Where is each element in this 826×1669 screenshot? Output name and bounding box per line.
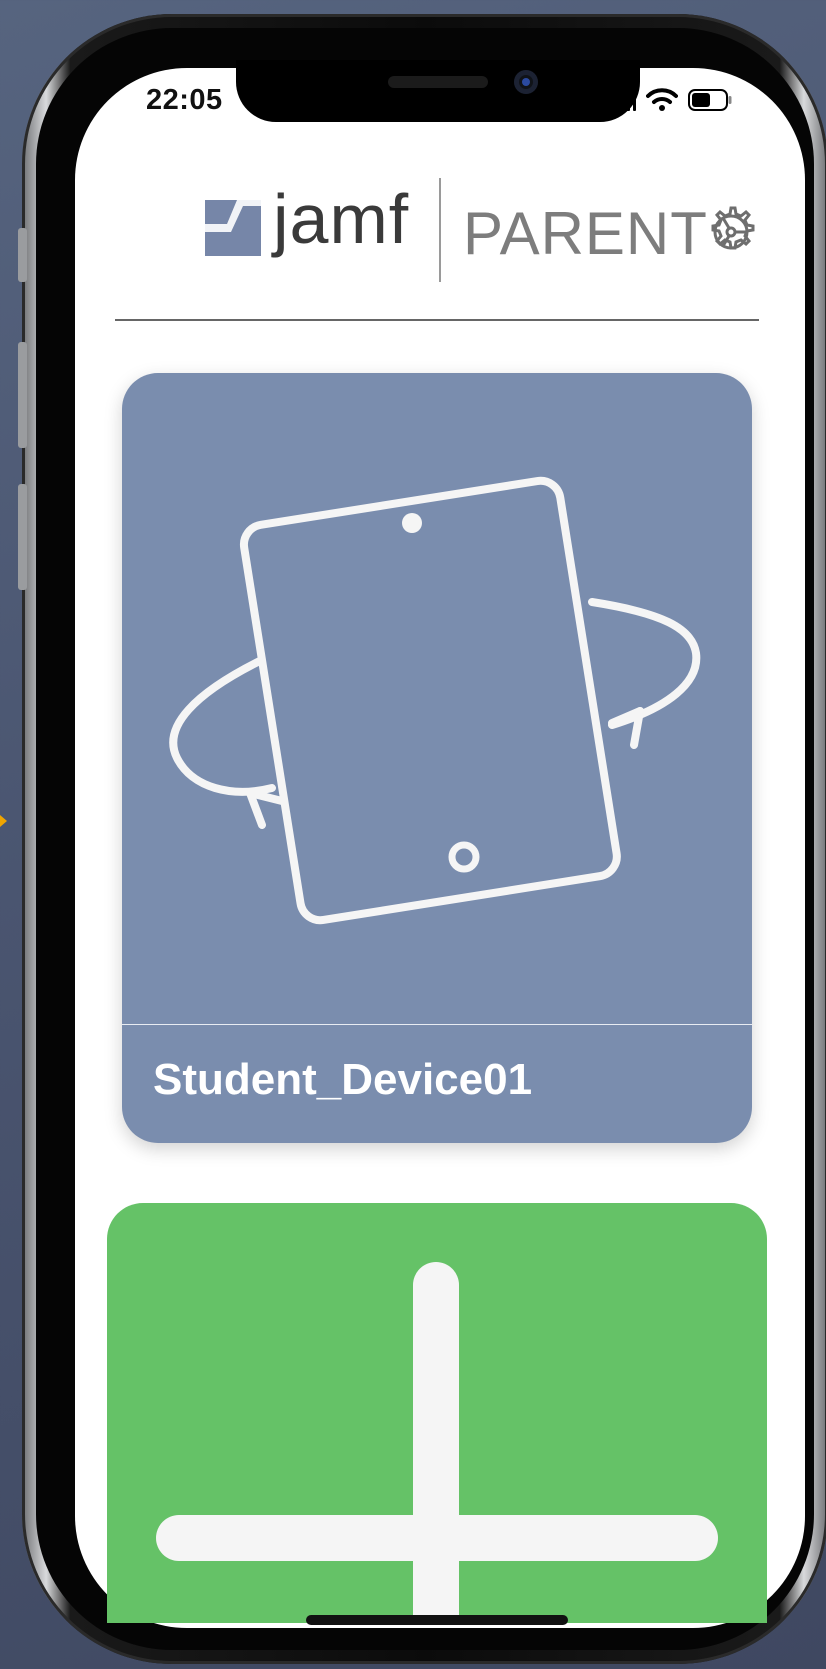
volume-up-button — [18, 342, 27, 448]
plus-icon-horizontal — [156, 1515, 718, 1561]
wifi-icon — [646, 88, 678, 111]
header-divider — [115, 319, 759, 321]
card-divider — [122, 1024, 752, 1025]
jamf-wordmark: jamf — [273, 180, 410, 258]
front-camera — [514, 70, 538, 94]
app-header: jamf PARENT — [75, 170, 805, 290]
home-indicator[interactable] — [306, 1615, 568, 1625]
cellular-signal-icon — [626, 89, 636, 111]
rotating-tablet-icon — [169, 476, 701, 925]
notch — [236, 60, 640, 122]
gear-icon[interactable] — [703, 204, 759, 260]
status-time: 22:05 — [146, 84, 223, 116]
device-card[interactable]: Student_Device01 — [122, 373, 752, 1143]
earpiece-speaker — [388, 76, 488, 88]
mute-switch — [18, 228, 27, 282]
device-name: Student_Device01 — [153, 1055, 533, 1104]
jamf-logo-icon — [205, 200, 261, 256]
add-device-card[interactable] — [107, 1203, 767, 1623]
volume-down-button — [18, 484, 27, 590]
brand-divider — [439, 178, 441, 282]
edge-marker — [0, 815, 7, 827]
status-icons — [626, 86, 732, 114]
app-label: PARENT — [463, 200, 708, 267]
battery-icon — [688, 89, 732, 111]
plus-icon — [413, 1262, 459, 1623]
